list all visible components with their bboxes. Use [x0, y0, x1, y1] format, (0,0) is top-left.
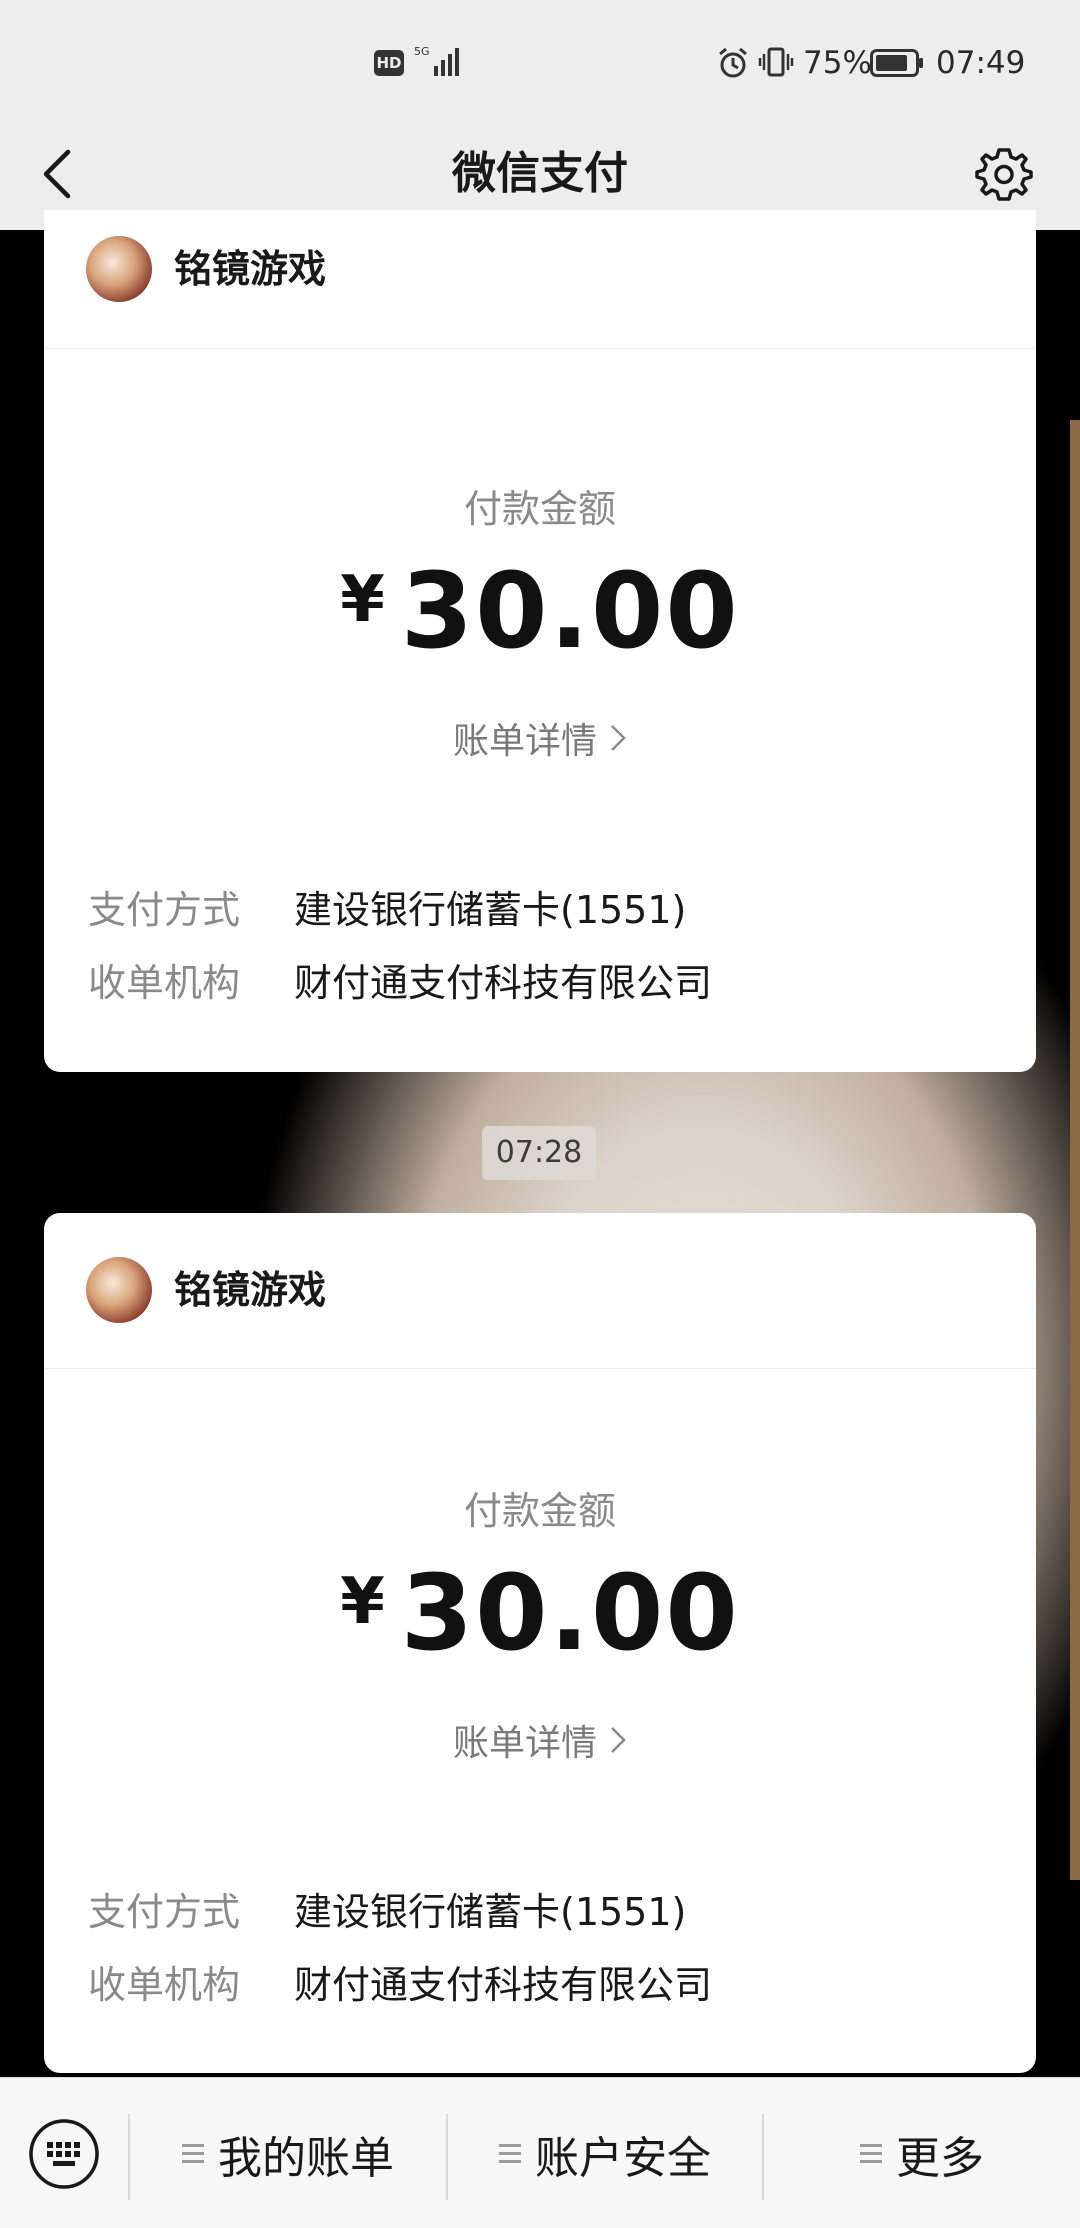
chevron-left-icon	[43, 149, 71, 199]
battery-icon	[870, 49, 923, 77]
amount-value: 30.00	[400, 1552, 740, 1674]
vibrate-icon	[758, 47, 794, 77]
currency-symbol: ¥	[340, 1565, 385, 1639]
acquirer-value: 财付通支付科技有限公司	[294, 961, 713, 1005]
bill-detail-label: 账单详情	[452, 1723, 597, 1764]
signal-icon: 5G	[414, 45, 459, 76]
merchant-name: 铭镜游戏	[174, 1268, 327, 1312]
chat-background-edge	[1070, 420, 1080, 1880]
menu-lines-icon	[860, 2139, 882, 2168]
chevron-right-icon	[611, 1727, 626, 1753]
account-security-menu[interactable]: 账户安全	[448, 2078, 762, 2228]
amount-label: 付款金额	[463, 1489, 616, 1533]
battery-percent: 75%	[803, 45, 872, 81]
status-time: 07:49	[936, 45, 1026, 81]
bill-detail-link[interactable]: 账单详情	[44, 1714, 1036, 1766]
more-label: 更多	[896, 2132, 984, 2184]
message-timestamp: 07:28	[482, 1126, 596, 1180]
bill-detail-label: 账单详情	[452, 721, 597, 762]
more-menu[interactable]: 更多	[764, 2078, 1080, 2228]
amount-value: 30.00	[400, 550, 740, 672]
payment-method-value: 建设银行储蓄卡(1551)	[294, 888, 687, 932]
status-bar: HD 5G 75% 07:49	[0, 0, 1080, 118]
payment-amount: ¥30.00	[44, 1552, 1036, 1674]
wechat-pay-chat-screen: HD 5G 75% 07:49 微信支付 铭镜游戏 付款金额 ¥ 30.00 账…	[0, 0, 1080, 2228]
payment-method-row: 支付方式 建设银行储蓄卡(1551)	[88, 883, 686, 937]
gear-icon	[975, 148, 1033, 201]
acquirer-key: 收单机构	[88, 961, 241, 1005]
bill-detail-link[interactable]: 账单详情	[44, 712, 1036, 764]
alarm-icon	[719, 47, 747, 78]
payment-message-card[interactable]: 铭镜游戏 付款金额 ¥30.00 账单详情 支付方式 建设银行储蓄卡(1551) …	[44, 210, 1036, 1072]
menu-lines-icon	[182, 2139, 204, 2168]
currency-symbol: ¥	[340, 563, 385, 637]
card-header: 铭镜游戏	[44, 1213, 1036, 1369]
account-security-label: 账户安全	[535, 2132, 711, 2184]
acquirer-row: 收单机构 财付通支付科技有限公司	[88, 956, 712, 1010]
merchant-avatar	[86, 236, 152, 302]
payment-message-card[interactable]: 铭镜游戏 付款金额 ¥30.00 账单详情 支付方式 建设银行储蓄卡(1551) …	[44, 1213, 1036, 2073]
back-button[interactable]	[26, 140, 90, 208]
payment-method-value: 建设银行储蓄卡(1551)	[294, 1890, 687, 1934]
my-bills-label: 我的账单	[218, 2132, 394, 2184]
hd-icon: HD	[374, 50, 404, 76]
payment-amount: ¥30.00	[44, 550, 1036, 672]
svg-text:5G: 5G	[414, 45, 430, 58]
merchant-avatar	[86, 1257, 152, 1323]
card-header: 铭镜游戏	[44, 210, 1036, 349]
chevron-right-icon	[611, 725, 626, 751]
menu-lines-icon	[499, 2139, 521, 2168]
my-bills-menu[interactable]: 我的账单	[130, 2078, 446, 2228]
amount-label: 付款金额	[463, 487, 616, 531]
payment-method-row: 支付方式 建设银行储蓄卡(1551)	[88, 1885, 686, 1939]
settings-button[interactable]	[968, 138, 1040, 210]
keyboard-toggle-button[interactable]	[26, 2116, 102, 2192]
merchant-name: 铭镜游戏	[174, 247, 327, 291]
payment-method-key: 支付方式	[88, 1890, 241, 1934]
payment-method-key: 支付方式	[88, 888, 241, 932]
keyboard-icon	[29, 2119, 99, 2189]
acquirer-value: 财付通支付科技有限公司	[294, 1963, 713, 2007]
acquirer-key: 收单机构	[88, 1963, 241, 2007]
bottom-menu-bar: 我的账单 账户安全 更多	[0, 2077, 1080, 2228]
acquirer-row: 收单机构 财付通支付科技有限公司	[88, 1958, 712, 2012]
